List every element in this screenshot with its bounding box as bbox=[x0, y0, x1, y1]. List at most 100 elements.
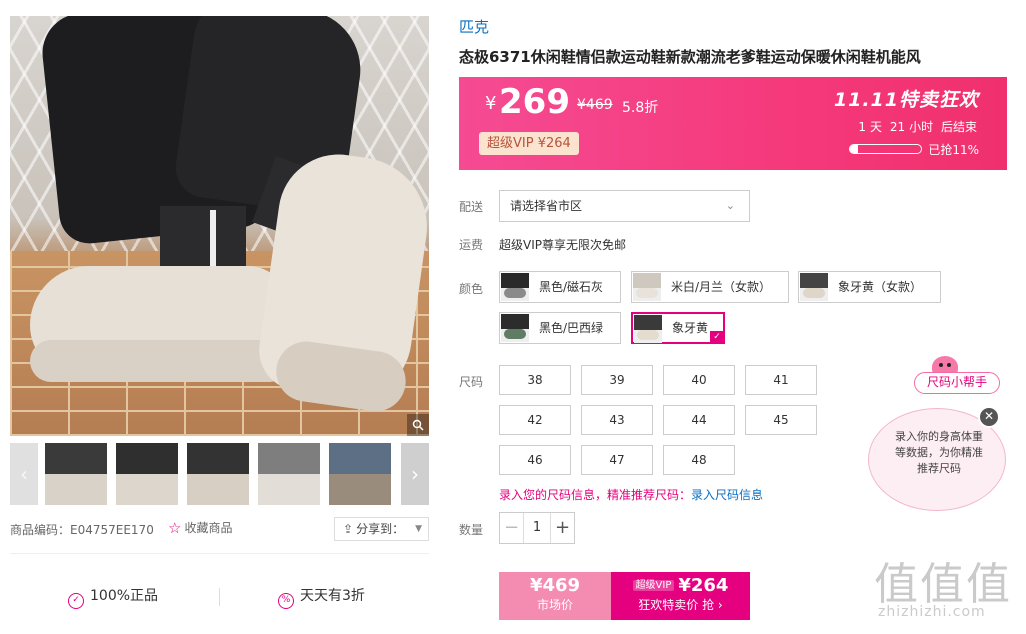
guarantee-discount-label: 天天有3折 bbox=[300, 588, 365, 604]
sold-progress-bar bbox=[849, 144, 922, 154]
size-option-48[interactable]: 48 bbox=[663, 445, 735, 475]
color-option-black-magnet-grey[interactable]: 黑色/磁石灰 bbox=[499, 271, 621, 303]
thumbnail-prev-button[interactable]: ‹ bbox=[10, 443, 38, 505]
countdown-day-label: 天 bbox=[870, 120, 883, 134]
size-option-41[interactable]: 41 bbox=[745, 365, 817, 395]
color-swatch bbox=[501, 273, 529, 301]
favorite-button[interactable]: ☆ 收藏商品 bbox=[168, 519, 232, 537]
color-option-label: 黑色/磁石灰 bbox=[539, 280, 604, 294]
color-swatch bbox=[800, 273, 828, 301]
thumbnail-2[interactable] bbox=[116, 443, 178, 505]
divider bbox=[10, 553, 429, 554]
buy-sale-price: ¥264 bbox=[678, 575, 729, 596]
original-price: ¥469 bbox=[577, 97, 613, 113]
color-option-ivory-selected[interactable]: 象牙黄 bbox=[631, 312, 725, 344]
thumbnail-strip: ‹ › bbox=[10, 443, 429, 505]
quantity-label: 数量 bbox=[459, 523, 484, 537]
market-price-block: ¥469 市场价 bbox=[499, 572, 611, 620]
share-label: 分享到： bbox=[356, 522, 405, 536]
buy-sale-label: 狂欢特卖价 抢 › bbox=[638, 598, 723, 612]
region-select[interactable]: 请选择省市区 ⌄ bbox=[499, 190, 750, 222]
thumbnail-next-button[interactable]: › bbox=[401, 443, 429, 505]
thumbnail-1[interactable] bbox=[45, 443, 107, 505]
size-option-43[interactable]: 43 bbox=[581, 405, 653, 435]
color-label: 颜色 bbox=[459, 282, 484, 296]
size-tip-text: 录入您的尺码信息，精准推荐尺码： bbox=[499, 488, 692, 502]
brand-link[interactable]: 匹克 bbox=[459, 16, 489, 37]
product-page: ‹ › 商品编码：E04757EE170 ☆ 收藏商品 ⇪ 分享到： ▼ ✓ 100%… bbox=[0, 0, 1026, 634]
star-icon: ☆ bbox=[168, 519, 182, 537]
price-currency: ¥ bbox=[485, 93, 497, 114]
buy-button[interactable]: ¥469 市场价 超级VIP ¥264 狂欢特卖价 抢 › bbox=[499, 572, 750, 620]
market-price-label: 市场价 bbox=[536, 598, 573, 612]
size-info-link[interactable]: 录入尺码信息 bbox=[691, 488, 763, 502]
size-tip: 录入您的尺码信息，精准推荐尺码：录入尺码信息 bbox=[499, 486, 763, 503]
share-icon: ⇪ bbox=[343, 522, 354, 536]
size-option-46[interactable]: 46 bbox=[499, 445, 571, 475]
shipping-text: 超级VIP尊享无限次免邮 bbox=[499, 238, 626, 252]
product-title: 态极6371休闲鞋情侣款运动鞋新款潮流老爹鞋运动保暖休闲鞋机能风 bbox=[459, 48, 921, 66]
quantity-minus-button[interactable]: − bbox=[500, 513, 524, 543]
promo-title: 11.11特卖狂欢 bbox=[833, 89, 979, 111]
size-option-39[interactable]: 39 bbox=[581, 365, 653, 395]
quantity-input[interactable]: 1 bbox=[524, 513, 550, 543]
watermark-big: 值值值 bbox=[874, 559, 1012, 610]
region-select-value: 请选择省市区 bbox=[510, 199, 583, 213]
quantity-plus-button[interactable]: + bbox=[550, 513, 574, 543]
percent-icon: % bbox=[278, 593, 294, 609]
thumbnail-4[interactable] bbox=[258, 443, 320, 505]
color-option-black-brazil-green[interactable]: 黑色/巴西绿 bbox=[499, 312, 621, 344]
size-option-38[interactable]: 38 bbox=[499, 365, 571, 395]
sold-progress-fill bbox=[850, 145, 858, 153]
favorite-label: 收藏商品 bbox=[184, 521, 233, 535]
share-dropdown[interactable]: ⇪ 分享到： ▼ bbox=[334, 517, 429, 541]
countdown-hour-label: 小时 bbox=[909, 120, 934, 134]
countdown-suffix: 后结束 bbox=[940, 120, 977, 134]
thumbnail-3[interactable] bbox=[187, 443, 249, 505]
watermark-logo: 值值值 zhizhizhi.com bbox=[874, 548, 1020, 628]
guarantee-authentic: ✓ 100%正品 bbox=[68, 585, 158, 609]
product-code: 商品编码：E04757EE170 bbox=[10, 523, 154, 537]
image-shoe-left bbox=[30, 266, 290, 382]
countdown: 1天 21 小时 后结束 bbox=[856, 118, 979, 135]
size-option-44[interactable]: 44 bbox=[663, 405, 735, 435]
countdown-days: 1 bbox=[858, 120, 867, 134]
sold-progress-text: 已抢11% bbox=[928, 143, 979, 157]
size-option-45[interactable]: 45 bbox=[745, 405, 817, 435]
close-icon[interactable]: ✕ bbox=[978, 406, 1000, 428]
price-box: ¥ 269 ¥469 5.8折 超级VIP ¥264 11.11特卖狂欢 1天 … bbox=[459, 77, 1007, 170]
size-option-47[interactable]: 47 bbox=[581, 445, 653, 475]
quantity-stepper: − 1 + bbox=[499, 512, 575, 544]
vip-price-tag: 超级VIP ¥264 bbox=[479, 132, 579, 155]
shipping-label: 运费 bbox=[459, 238, 484, 252]
size-option-42[interactable]: 42 bbox=[499, 405, 571, 435]
color-option-label: 黑色/巴西绿 bbox=[539, 321, 604, 335]
sale-price-block[interactable]: 超级VIP ¥264 狂欢特卖价 抢 › bbox=[611, 572, 750, 620]
vip-badge: 超级VIP bbox=[632, 580, 675, 591]
size-helper-badge[interactable]: 尺码小帮手 bbox=[914, 372, 1000, 394]
color-option-label: 米白/月兰（女款） bbox=[671, 280, 772, 294]
watermark-url: zhizhizhi.com bbox=[878, 604, 986, 620]
countdown-hours: 21 bbox=[889, 120, 906, 134]
chevron-down-icon: ▼ bbox=[415, 524, 422, 534]
size-label: 尺码 bbox=[459, 375, 484, 389]
thumbnail-5[interactable] bbox=[329, 443, 391, 505]
discount-rate: 5.8折 bbox=[622, 100, 659, 116]
shield-check-icon: ✓ bbox=[68, 593, 84, 609]
color-option-ivory-female[interactable]: 象牙黄（女款） bbox=[798, 271, 941, 303]
product-meta-row: 商品编码：E04757EE170 ☆ 收藏商品 ⇪ 分享到： ▼ bbox=[10, 515, 429, 543]
main-product-image[interactable] bbox=[10, 16, 429, 436]
sale-price: 269 bbox=[499, 82, 570, 122]
guarantee-discount: % 天天有3折 bbox=[278, 585, 365, 609]
size-helper-text: 录入你的身高体重等数据，为你精准推荐尺码 bbox=[895, 430, 983, 475]
color-swatch bbox=[501, 314, 529, 342]
chevron-down-icon: ⌄ bbox=[725, 199, 735, 212]
market-price: ¥469 bbox=[529, 575, 581, 596]
color-option-label: 象牙黄 bbox=[672, 321, 709, 335]
color-swatch bbox=[634, 315, 662, 343]
size-option-40[interactable]: 40 bbox=[663, 365, 735, 395]
color-option-beige-moonblue-female[interactable]: 米白/月兰（女款） bbox=[631, 271, 789, 303]
delivery-label: 配送 bbox=[459, 200, 484, 214]
zoom-icon[interactable] bbox=[407, 414, 429, 436]
color-option-label: 象牙黄（女款） bbox=[838, 280, 923, 294]
